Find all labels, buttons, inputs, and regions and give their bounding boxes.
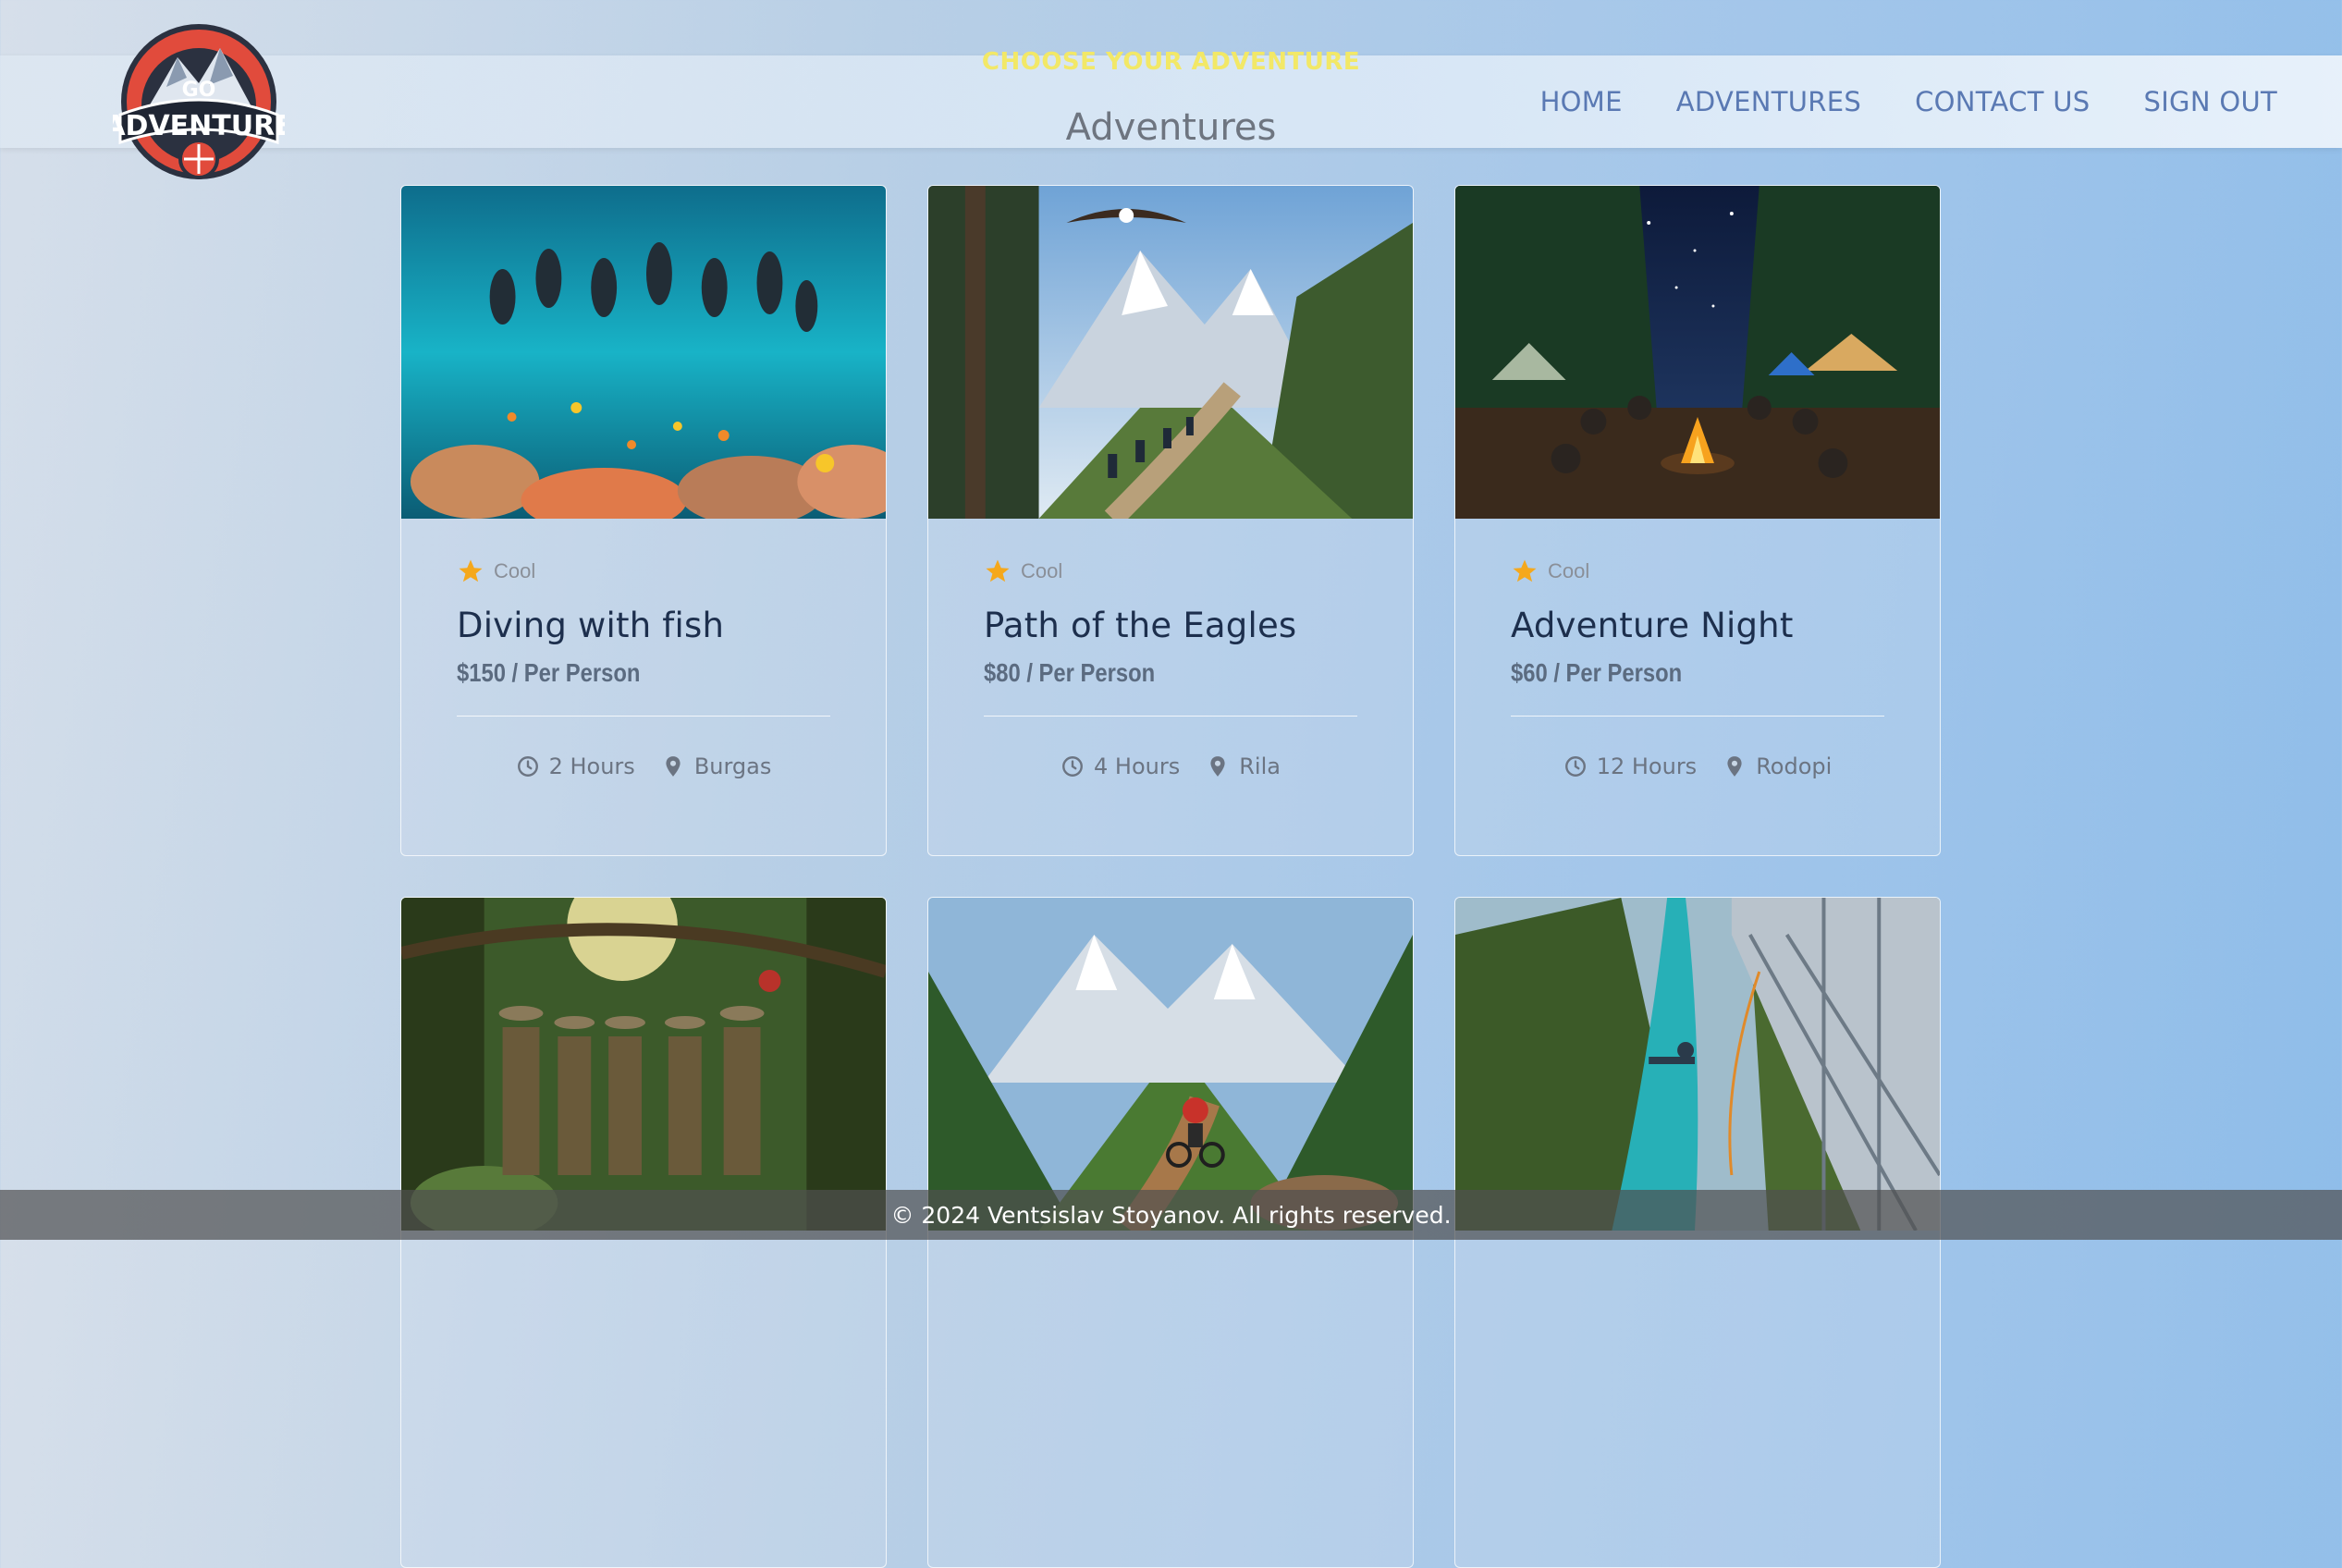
rating: Cool (457, 557, 830, 585)
adventure-image (1455, 186, 1940, 519)
star-icon (986, 559, 1010, 582)
nav-adventures[interactable]: ADVENTURES (1676, 86, 1861, 117)
adventure-price: $60 / Per Person (1511, 658, 1683, 687)
adventure-card[interactable]: Cool Path of the Eagles $80 / Per Person… (927, 185, 1414, 856)
divider (1511, 716, 1884, 717)
location-text: Rila (1239, 753, 1281, 779)
duration-text: 4 Hours (1094, 753, 1181, 779)
adventure-card[interactable]: Cool Adventure Night $60 / Per Person 12… (1454, 185, 1941, 856)
clock-icon (1564, 756, 1586, 777)
map-pin-icon (1210, 756, 1225, 777)
duration: 4 Hours (1061, 753, 1180, 779)
go-adventure-logo[interactable]: GO ADVENTURE (113, 20, 285, 187)
adventure-title[interactable]: Path of the Eagles (984, 606, 1357, 645)
adventure-image (1455, 898, 1940, 1231)
adventure-meta: 12 Hours Rodopi (1511, 753, 1884, 779)
divider (457, 716, 830, 717)
star-icon (459, 559, 483, 582)
duration-text: 12 Hours (1596, 753, 1698, 779)
nav-sign-out[interactable]: SIGN OUT (2143, 86, 2277, 117)
rating-label: Cool (1548, 559, 1590, 582)
location: Rodopi (1723, 753, 1832, 779)
star-icon (1513, 559, 1537, 582)
rating-label: Cool (1021, 559, 1063, 582)
adventure-price: $80 / Per Person (984, 658, 1156, 687)
duration-text: 2 Hours (548, 753, 635, 779)
adventure-meta: 2 Hours Burgas (457, 753, 830, 779)
copyright-text: © 2024 Ventsislav Stoyanov. All rights r… (890, 1201, 1452, 1229)
clock-icon (517, 756, 538, 777)
location-text: Burgas (693, 753, 772, 779)
map-pin-icon (666, 756, 681, 777)
adventure-image (401, 186, 886, 519)
duration: 2 Hours (516, 753, 635, 779)
page-footer: © 2024 Ventsislav Stoyanov. All rights r… (0, 1190, 2342, 1240)
clock-icon (1062, 756, 1083, 777)
adventure-meta: 4 Hours Rila (984, 753, 1357, 779)
adventure-image (928, 898, 1413, 1231)
adventures-grid: Cool Diving with fish $150 / Per Person … (400, 185, 1941, 1568)
nav-home[interactable]: HOME (1540, 86, 1623, 117)
rating: Cool (1511, 557, 1884, 585)
map-pin-icon (1727, 756, 1742, 777)
duration: 12 Hours (1563, 753, 1697, 779)
location-text: Rodopi (1756, 753, 1833, 779)
location: Burgas (661, 753, 772, 779)
svg-text:GO: GO (182, 79, 216, 102)
location: Rila (1206, 753, 1281, 779)
rating-label: Cool (494, 559, 536, 582)
divider (984, 716, 1357, 717)
rating: Cool (984, 557, 1357, 585)
adventure-image (928, 186, 1413, 519)
main-nav: HOME ADVENTURES CONTACT US SIGN OUT (1540, 55, 2277, 148)
adventure-title[interactable]: Adventure Night (1511, 606, 1884, 645)
adventure-price: $150 / Per Person (457, 658, 641, 687)
adventure-title[interactable]: Diving with fish (457, 606, 830, 645)
adventure-card[interactable]: Cool Diving with fish $150 / Per Person … (400, 185, 887, 856)
nav-contact-us[interactable]: CONTACT US (1915, 86, 2090, 117)
adventure-image (401, 898, 886, 1231)
